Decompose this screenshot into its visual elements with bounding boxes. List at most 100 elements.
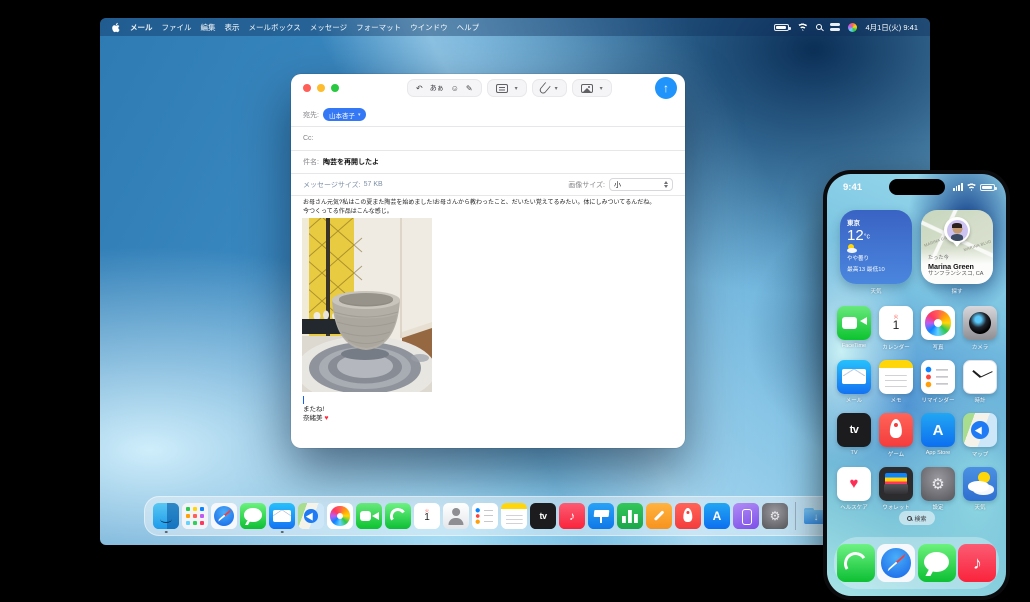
phone-icon[interactable]	[836, 544, 875, 582]
app-settings[interactable]: ⚙ 設定	[917, 466, 959, 511]
close-button[interactable]	[303, 84, 311, 92]
send-button[interactable]: ↑	[655, 77, 677, 99]
markup-icon[interactable]: ✎	[466, 84, 473, 93]
menu-item-mail[interactable]: メール	[130, 22, 153, 33]
dock-item-system-settings[interactable]: ⚙	[762, 503, 788, 529]
app-mail[interactable]: メール	[833, 359, 875, 404]
dock-item-reminders[interactable]	[472, 503, 498, 529]
app-health[interactable]: ♥ ヘルスケア	[833, 466, 875, 511]
menu-item-edit[interactable]: 編集	[201, 22, 216, 33]
recipient-token[interactable]: 山本杏子 ▾	[322, 108, 367, 121]
app-wallet[interactable]: ウォレット	[875, 466, 917, 511]
pottery-photo-attachment[interactable]	[302, 218, 432, 392]
gear-glyph: ⚙	[769, 509, 781, 523]
dock-item-maps[interactable]	[298, 503, 324, 529]
app-store-icon: A	[921, 413, 955, 447]
mail-icon	[269, 503, 295, 529]
header-fields-button[interactable]: ▾	[486, 79, 527, 97]
menu-item-mailbox[interactable]: メールボックス	[249, 22, 301, 33]
dock-item-safari[interactable]	[211, 503, 237, 529]
dock-item-numbers[interactable]	[617, 503, 643, 529]
battery-icon[interactable]	[774, 23, 792, 31]
app-games[interactable]: ゲーム	[875, 413, 917, 458]
subject-field[interactable]: 件名: 陶芸を再開したよ	[291, 151, 685, 174]
menu-item-format[interactable]: フォーマット	[356, 22, 401, 33]
app-reminders[interactable]: リマインダー	[917, 359, 959, 404]
menu-item-window[interactable]: ウインドウ	[410, 22, 448, 33]
app-photos[interactable]: 写真	[917, 306, 959, 351]
size-row: メッセージサイズ: 57 KB 画像サイズ: 小	[291, 174, 685, 196]
siri-icon[interactable]	[848, 22, 858, 32]
signature-line: 奈緒美 ♥	[303, 414, 328, 424]
emoji-icon[interactable]: ☺	[451, 84, 459, 93]
toolbar-group-format: ↶ あぁ ☺ ✎	[407, 79, 482, 97]
dock-item-contacts[interactable]	[443, 503, 469, 529]
app-calendar[interactable]: 火 1 カレンダー	[875, 306, 917, 351]
game-rocket-icon	[879, 413, 913, 447]
app-tv[interactable]: tv TV	[833, 413, 875, 458]
dock-item-finder[interactable]	[153, 503, 179, 529]
message-size-label: メッセージサイズ:	[303, 181, 361, 189]
dock-item-mail[interactable]	[269, 503, 295, 529]
closing-line: またね!	[303, 406, 325, 413]
dock-item-messages[interactable]	[240, 503, 266, 529]
app-maps[interactable]: マップ	[959, 413, 1001, 458]
app-notes[interactable]: メモ	[875, 359, 917, 404]
control-center-icon[interactable]	[830, 23, 841, 31]
app-clock[interactable]: 時計	[959, 359, 1001, 404]
zoom-button[interactable]	[331, 84, 339, 92]
home-search-pill[interactable]: 検索	[898, 511, 935, 525]
apple-menu-icon[interactable]	[112, 22, 121, 33]
photo-browser-button[interactable]: ▾	[571, 79, 612, 97]
attach-button[interactable]: ▾	[531, 79, 567, 97]
menu-item-view[interactable]: 表示	[225, 22, 240, 33]
findmy-place: Marina Green	[928, 261, 974, 271]
dock-item-iphone-mirroring[interactable]	[733, 503, 759, 529]
undo-icon[interactable]: ↶	[416, 84, 423, 93]
app-label: リマインダー	[921, 398, 955, 404]
app-camera[interactable]: カメラ	[959, 306, 1001, 351]
message-body[interactable]: お母さん元気?私はこの夏また陶芸を始めました!お母さんから教わったこと、だいたい…	[303, 199, 675, 218]
app-app-store[interactable]: A App Store	[917, 413, 959, 458]
dock-item-facetime[interactable]	[356, 503, 382, 529]
signature-block[interactable]: またね! 奈緒美 ♥	[303, 405, 328, 424]
menu-item-message[interactable]: メッセージ	[310, 22, 347, 33]
dock-item-music[interactable]: ♪	[559, 503, 585, 529]
to-field[interactable]: 宛先: 山本杏子 ▾	[291, 103, 685, 127]
dock-item-phone[interactable]	[385, 503, 411, 529]
calendar-day: 1	[424, 512, 430, 523]
image-size-select[interactable]: 小	[609, 178, 673, 191]
dock-item-keynote[interactable]	[588, 503, 614, 529]
music-icon[interactable]: ♪	[958, 544, 997, 582]
app-label: ヘルスケア	[840, 505, 868, 511]
weather-widget[interactable]: 東京 12°c やや曇り 最高13 最低10	[840, 210, 912, 284]
menu-item-file[interactable]: ファイル	[162, 22, 192, 33]
pottery-photo	[302, 218, 432, 392]
dock-item-launchpad[interactable]	[182, 503, 208, 529]
dock-item-app-store[interactable]: A	[704, 503, 730, 529]
cc-field[interactable]: Cc:	[291, 127, 685, 151]
safari-icon[interactable]	[877, 544, 916, 582]
app-label: ゲーム	[887, 451, 905, 458]
app-grid: FaceTime 火 1 カレンダー 写真 カメラ メール メモ リマインダー 時計…	[833, 306, 1000, 511]
calendar-icon: 火1	[879, 306, 913, 340]
dock-item-pages[interactable]	[646, 503, 672, 529]
app-weather[interactable]: 天気	[959, 466, 1001, 511]
menu-bar-clock[interactable]: 4月1日(火) 9:41	[865, 22, 918, 33]
dock-item-arcade[interactable]	[675, 503, 701, 529]
format-text-icon[interactable]: あぁ	[430, 83, 444, 93]
send-arrow-icon: ↑	[663, 81, 669, 95]
spotlight-search-icon[interactable]	[816, 24, 823, 30]
reminders-icon	[472, 503, 498, 529]
dock-item-photos[interactable]	[327, 503, 353, 529]
dock-item-calendar[interactable]: 火1	[414, 503, 440, 529]
dock-item-notes[interactable]	[501, 503, 527, 529]
minimize-button[interactable]	[317, 84, 325, 92]
findmy-widget[interactable]: MARINA GREEN DR MARINA BLVD たった今 Marina …	[921, 210, 993, 284]
dock-item-apple-tv[interactable]: tv	[530, 503, 556, 529]
wifi-icon[interactable]	[797, 23, 809, 31]
findmy-time-ago: たった今	[928, 254, 949, 261]
messages-icon[interactable]	[917, 544, 956, 582]
app-facetime[interactable]: FaceTime	[833, 306, 875, 351]
menu-item-help[interactable]: ヘルプ	[457, 22, 480, 33]
